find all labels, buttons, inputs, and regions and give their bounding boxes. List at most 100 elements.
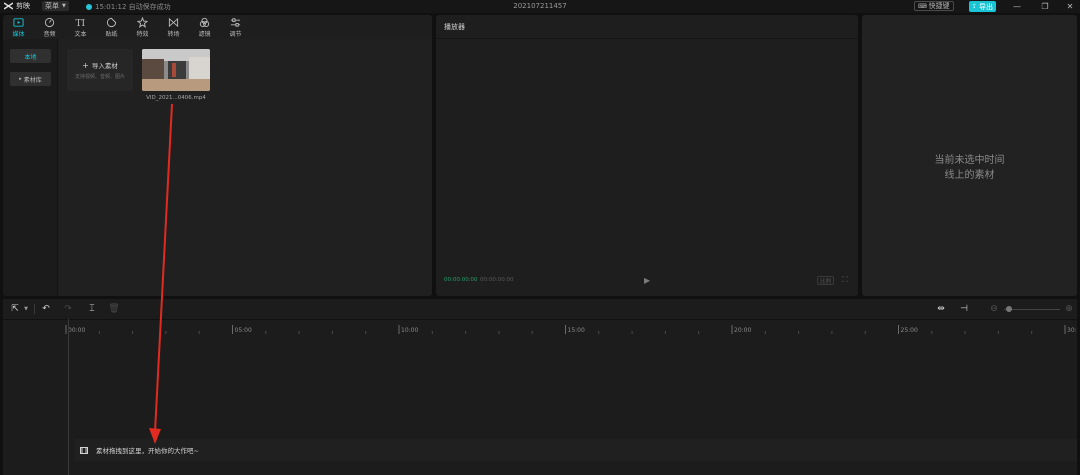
details-panel: 当前未选中时间 线上的素材 xyxy=(862,15,1077,296)
effects-icon xyxy=(137,16,148,28)
sidebar-item-label: 本地 xyxy=(24,53,37,61)
ratio-label: 比例 xyxy=(820,279,832,285)
zoom-out-button[interactable]: ⊖ xyxy=(988,303,1000,315)
minimize-icon: — xyxy=(1013,2,1021,11)
autosave-status: 15:01:12 自动保存成功 xyxy=(86,2,171,12)
details-empty-line1: 当前未选中时间 xyxy=(934,155,1005,166)
timeline-drop-zone[interactable]: 素材拖拽到这里，开始你的大作吧~ xyxy=(75,439,1077,461)
undo-button[interactable]: ↶ xyxy=(40,303,52,315)
details-empty-line2: 线上的素材 xyxy=(944,170,995,181)
fullscreen-icon[interactable]: ⛶ xyxy=(842,275,848,285)
media-icon xyxy=(13,17,24,27)
redo-icon: ↷ xyxy=(64,304,72,314)
plus-icon: + xyxy=(82,60,89,70)
app-name: 剪映 xyxy=(16,2,30,10)
ratio-button[interactable]: 比例 xyxy=(817,276,835,285)
link-button[interactable]: ⊣ xyxy=(958,303,970,315)
minimize-button[interactable]: — xyxy=(1010,0,1024,13)
tab-label: 调节 xyxy=(229,30,242,38)
svg-text:TI: TI xyxy=(75,18,85,28)
close-button[interactable]: ✕ xyxy=(1063,0,1077,13)
tab-label: 音频 xyxy=(43,30,56,38)
timeline-panel: ⇱ ▼ ↶ ↷ ⌶ 🗑 ⇹ ⊣ ⊖ ⊕ 00:00 05:00 10:00 15:00… xyxy=(3,299,1080,475)
playhead[interactable] xyxy=(68,319,69,475)
link-icon: ⊣ xyxy=(960,304,968,314)
tab-label: 滤镜 xyxy=(198,30,211,38)
tab-audio[interactable]: 音频 xyxy=(34,15,65,39)
timeline-toolbar: ⇱ ▼ ↶ ↷ ⌶ 🗑 ⇹ ⊣ ⊖ ⊕ xyxy=(3,299,1077,319)
drop-hint-text: 素材拖拽到这里，开始你的大作吧~ xyxy=(96,447,199,455)
timeline-ruler[interactable]: 00:00 05:00 10:00 15:00 20:00 25:00 30:00 xyxy=(3,319,1080,334)
chevron-down-icon: ▼ xyxy=(62,3,66,9)
shortcut-button[interactable]: ⌨ 快捷键 xyxy=(914,1,954,11)
snap-icon: ⇹ xyxy=(937,304,945,314)
tab-adjust[interactable]: 调节 xyxy=(220,15,251,39)
zoom-out-icon: ⊖ xyxy=(990,304,998,314)
export-button[interactable]: ⇪ 导出 xyxy=(969,1,997,12)
tab-label: 转场 xyxy=(167,30,180,38)
current-time: 00:00:00:00 xyxy=(444,277,478,283)
tab-effects[interactable]: 特效 xyxy=(127,15,158,39)
media-content: + 导入素材 支持视频、音频、图片 VID_2021...0406.mp4 xyxy=(59,39,432,296)
transition-icon xyxy=(168,17,179,27)
autosave-dot-icon xyxy=(86,4,92,10)
zoom-in-button[interactable]: ⊕ xyxy=(1063,303,1075,315)
zoom-slider[interactable] xyxy=(1004,309,1060,310)
shortcut-label: 快捷键 xyxy=(928,2,950,10)
sidebar-item-label: 素材库 xyxy=(23,76,42,84)
menu-label: 菜单 xyxy=(45,2,59,10)
player-panel: 播放器 00:00:00:00 00:00:00:00 ▶ 比例 ⛶ xyxy=(436,15,858,296)
media-clip-name: VID_2021...0406.mp4 xyxy=(146,95,206,101)
import-hint: 支持视频、音频、图片 xyxy=(74,74,125,80)
zoom-in-icon: ⊕ xyxy=(1065,304,1073,314)
video-thumbnail-image xyxy=(142,49,210,91)
text-icon: TI xyxy=(75,18,85,28)
undo-icon: ↶ xyxy=(42,304,50,314)
keyboard-icon: ⌨ xyxy=(918,2,927,10)
snap-button[interactable]: ⇹ xyxy=(935,303,947,315)
ruler-tick-label: 10:00 xyxy=(401,327,418,334)
import-title: + 导入素材 xyxy=(82,60,118,71)
redo-button[interactable]: ↷ xyxy=(62,303,74,315)
cursor-icon: ⇱ xyxy=(11,304,19,314)
tab-label: 特效 xyxy=(136,30,149,38)
play-button[interactable]: ▶ xyxy=(644,276,650,285)
media-clip-thumbnail[interactable] xyxy=(142,49,210,91)
import-label: 导入素材 xyxy=(91,62,118,70)
player-title: 播放器 xyxy=(444,22,465,31)
capcut-logo-icon xyxy=(4,2,13,10)
export-icon: ⇪ xyxy=(972,3,978,10)
close-icon: ✕ xyxy=(1066,2,1074,11)
ruler-tick-label: 20:00 xyxy=(734,327,751,334)
total-time: 00:00:00:00 xyxy=(480,277,514,283)
sidebar-item-library[interactable]: ▸ 素材库 xyxy=(10,72,51,86)
split-button[interactable]: ⌶ xyxy=(86,303,98,315)
zoom-slider-handle[interactable] xyxy=(1006,306,1012,312)
menu-button[interactable]: 菜单 ▼ xyxy=(42,1,69,11)
filter-icon xyxy=(199,17,210,27)
adjust-icon xyxy=(230,17,241,27)
media-sidebar: 本地 ▸ 素材库 xyxy=(3,39,58,296)
sticker-icon xyxy=(106,17,117,27)
ruler-tick-label: 00:00 xyxy=(68,327,85,334)
tab-sticker[interactable]: 贴纸 xyxy=(96,15,127,39)
tab-filter[interactable]: 滤镜 xyxy=(189,15,220,39)
tab-text[interactable]: TI 文本 xyxy=(65,15,96,39)
media-tabs: 媒体 音频 TI 文本 贴纸 特效 转场 滤镜 调节 xyxy=(3,15,432,39)
ruler-tick-label: 05:00 xyxy=(235,327,252,334)
select-tool-dropdown[interactable]: ▼ xyxy=(20,303,32,315)
ruler-tick-label: 30:00 xyxy=(1067,327,1077,334)
tab-label: 文本 xyxy=(74,30,87,38)
ruler-tick-label: 15:00 xyxy=(568,327,585,334)
tab-media[interactable]: 媒体 xyxy=(3,15,34,39)
tab-transition[interactable]: 转场 xyxy=(158,15,189,39)
chevron-down-icon: ▼ xyxy=(24,306,28,312)
ruler-tick-label: 25:00 xyxy=(901,327,918,334)
ruler-ticks: 00:00 05:00 10:00 15:00 20:00 25:00 30:00 xyxy=(65,325,1080,334)
delete-button[interactable]: 🗑 xyxy=(108,303,120,315)
maximize-button[interactable]: ❐ xyxy=(1038,0,1052,13)
media-panel: 媒体 音频 TI 文本 贴纸 特效 转场 滤镜 调节 本地 ▸ 素材库 + 导入… xyxy=(3,15,432,296)
import-media-button[interactable]: + 导入素材 支持视频、音频、图片 xyxy=(67,49,133,91)
audio-icon xyxy=(44,17,55,27)
sidebar-item-local[interactable]: 本地 xyxy=(10,49,51,63)
